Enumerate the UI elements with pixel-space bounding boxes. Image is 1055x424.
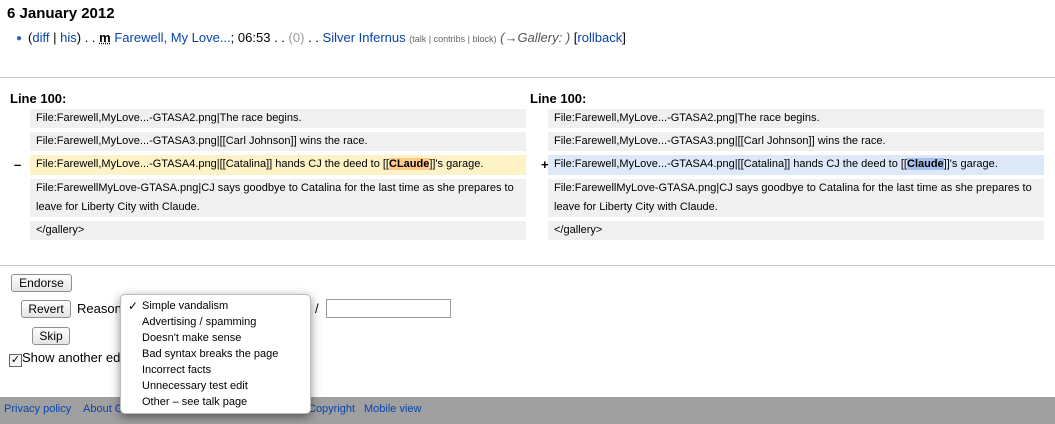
size-change: (0) [288, 30, 305, 45]
about-link[interactable]: About G [83, 403, 123, 415]
diff-context-left: File:Farewell,MyLove...-GTASA2.png|The r… [30, 109, 526, 128]
copyright-link[interactable]: Copyright [308, 403, 355, 415]
reason-input[interactable] [326, 299, 451, 318]
diff-added-line: File:Farewell,MyLove...-GTASA4.png|[[Cat… [548, 155, 1044, 175]
history-entry: ● (diff | his) . . m Farewell, My Love...… [16, 30, 626, 45]
show-another-checkbox[interactable]: ✓ [9, 354, 22, 367]
user-link[interactable]: Silver Infernus [323, 30, 406, 45]
diff-deleted-line: File:Farewell,MyLove...-GTASA4.png|[[Cat… [30, 155, 526, 175]
user-tools: (talk | contribs | block) [409, 34, 497, 44]
show-another-row[interactable]: ✓ Show another ed [9, 350, 120, 367]
reason-option[interactable]: Advertising / spamming [121, 314, 310, 330]
date-heading: 6 January 2012 [7, 5, 115, 22]
reason-option[interactable]: Unnecessary test edit [121, 378, 310, 394]
diff-context-left: File:Farewell,MyLove...-GTASA3.png|[[Car… [30, 132, 526, 151]
reason-label: Reason [77, 301, 122, 316]
reason-option[interactable]: ✓ Simple vandalism [121, 298, 310, 314]
divider [0, 77, 1055, 78]
reason-option[interactable]: Bad syntax breaks the page [121, 346, 310, 362]
contribs-link[interactable]: contribs [434, 34, 466, 44]
diff-context-right: File:Farewell,MyLove...-GTASA3.png|[[Car… [548, 132, 1044, 151]
diff-context-right: </gallery> [548, 221, 1044, 240]
deleted-word: CLaude [389, 158, 430, 170]
diff-context-right: File:Farewell,MyLove...-GTASA2.png|The r… [548, 109, 1044, 128]
skip-button[interactable]: Skip [32, 327, 70, 345]
edit-summary: (→Gallery: ) [500, 30, 571, 45]
diff-context-left: File:FarewellMyLove-GTASA.png|CJ says go… [30, 179, 526, 217]
show-another-label: Show another ed [22, 350, 121, 365]
mobile-view-link[interactable]: Mobile view [364, 403, 421, 415]
reason-dropdown-menu[interactable]: ✓ Simple vandalism Advertising / spamming… [120, 294, 311, 414]
hist-link[interactable]: his [60, 30, 77, 45]
diff-context-right: File:FarewellMyLove-GTASA.png|CJ says go… [548, 179, 1044, 217]
diff-right-header: Line 100: [530, 91, 587, 106]
talk-link[interactable]: talk [412, 34, 426, 44]
reason-separator: / [315, 301, 319, 316]
minor-edit-flag: m [99, 30, 111, 45]
reason-option[interactable]: Incorrect facts [121, 362, 310, 378]
divider [0, 265, 1055, 266]
checkmark-icon: ✓ [128, 299, 139, 313]
edit-time: 06:53 [237, 30, 271, 45]
revert-button[interactable]: Revert [21, 300, 71, 318]
block-link[interactable]: block [472, 34, 493, 44]
added-word: Claude [907, 158, 944, 170]
rollback-link[interactable]: rollback [577, 30, 622, 45]
diff-context-left: </gallery> [30, 221, 526, 240]
endorse-button[interactable]: Endorse [11, 274, 72, 292]
privacy-link[interactable]: Privacy policy [4, 403, 71, 415]
reason-option[interactable]: Other – see talk page [121, 394, 310, 410]
deleted-marker: – [14, 157, 22, 172]
diff-link[interactable]: diff [32, 30, 49, 45]
page-link[interactable]: Farewell, My Love... [114, 30, 230, 45]
diff-left-header: Line 100: [10, 91, 67, 106]
reason-option[interactable]: Doesn't make sense [121, 330, 310, 346]
bullet-icon: ● [16, 33, 23, 44]
